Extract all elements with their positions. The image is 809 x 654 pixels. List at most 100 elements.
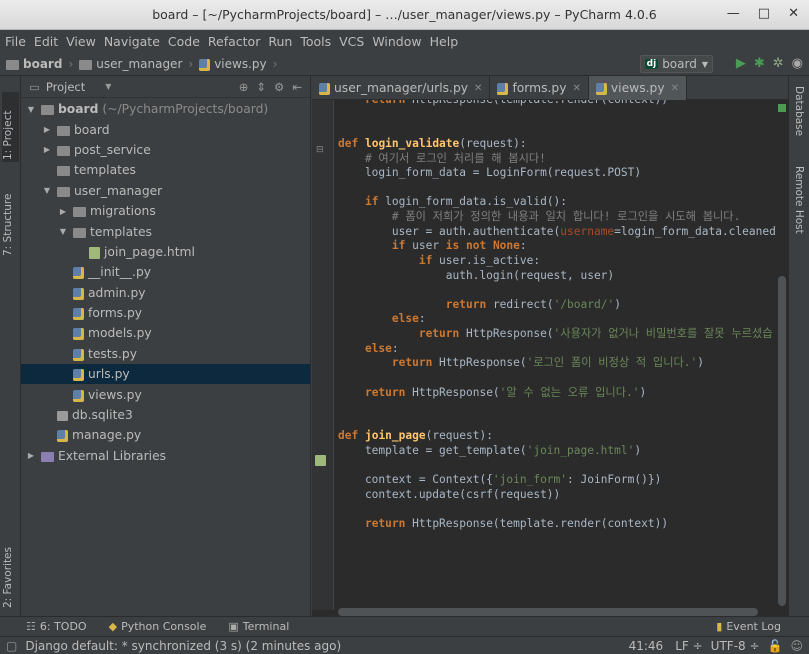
code-token: HttpResponse(: [405, 385, 500, 399]
menu-refactor[interactable]: Refactor: [208, 34, 260, 49]
menu-bar: File Edit View Navigate Code Refactor Run Tools…: [0, 30, 809, 52]
editor-tab-label: forms.py: [512, 81, 567, 95]
structure-tool-tab[interactable]: 7: Structure: [2, 176, 14, 256]
file-encoding[interactable]: UTF-8 ÷: [711, 639, 760, 653]
database-tool-tab[interactable]: Database: [793, 86, 805, 136]
collapsed-arrow-icon[interactable]: ▶: [41, 125, 53, 134]
tree-item[interactable]: ▶ External Libraries: [21, 446, 310, 466]
menu-help[interactable]: Help: [430, 34, 459, 49]
close-icon[interactable]: ✕: [474, 83, 482, 94]
lock-icon[interactable]: 🔓: [768, 639, 783, 653]
project-panel-title[interactable]: Project: [46, 80, 85, 94]
menu-view[interactable]: View: [66, 34, 96, 49]
event-log-tool-tab[interactable]: Event Log: [726, 620, 781, 633]
close-icon[interactable]: ✕: [671, 83, 679, 94]
editor-tab[interactable]: forms.py ✕: [490, 76, 589, 100]
menu-run[interactable]: Run: [268, 34, 292, 49]
code-line: context = Context({'join_form': JoinForm…: [338, 472, 661, 487]
expanded-arrow-icon[interactable]: ▼: [41, 186, 53, 195]
line-separator[interactable]: LF ÷: [675, 639, 702, 653]
code-token: :: [418, 312, 426, 326]
todo-tool-tab[interactable]: 6: TODO: [40, 620, 87, 633]
collapsed-arrow-icon[interactable]: ▶: [25, 451, 37, 460]
editor-tab[interactable]: user_manager/urls.py ✕: [312, 76, 491, 100]
code-line: auth.login(request, user): [338, 268, 614, 283]
gear-icon[interactable]: ⚙: [274, 80, 284, 94]
breadcrumb-root[interactable]: board: [23, 57, 62, 71]
tree-item-label: urls.py: [88, 367, 130, 382]
close-button[interactable]: ✕: [788, 6, 799, 21]
html-template-marker-icon[interactable]: [315, 455, 326, 466]
minimize-button[interactable]: —: [727, 6, 740, 21]
remote-host-tool-tab[interactable]: Remote Host: [793, 166, 805, 234]
tree-item[interactable]: ▶ post_service: [21, 140, 310, 160]
vertical-scrollbar[interactable]: [778, 276, 786, 606]
debug-icon[interactable]: ✱: [754, 56, 765, 71]
panel-toggle-icon[interactable]: ▢: [6, 639, 17, 653]
code-token: redirect(: [486, 297, 554, 311]
menu-edit[interactable]: Edit: [34, 34, 58, 49]
tree-item[interactable]: forms.py: [21, 303, 310, 323]
python-console-tool-tab[interactable]: Python Console: [121, 620, 206, 633]
tree-item[interactable]: admin.py: [21, 283, 310, 303]
tree-item[interactable]: ▼ templates: [21, 221, 310, 241]
chevron-right-icon: ›: [68, 56, 74, 71]
code-token: (request):: [459, 136, 527, 150]
hide-icon[interactable]: ⇤: [292, 80, 302, 94]
tree-item[interactable]: ▶ migrations: [21, 201, 310, 221]
project-tool-tab[interactable]: 1: Project: [2, 92, 19, 162]
inspector-icon[interactable]: ☺: [790, 639, 803, 653]
python-file-icon: [57, 430, 68, 443]
editor-tab[interactable]: views.py ✕: [588, 76, 688, 100]
window-title: board – [~/PycharmProjects/board] – …/us…: [152, 7, 657, 22]
tree-item[interactable]: ▶ board: [21, 119, 310, 139]
menu-vcs[interactable]: VCS: [339, 34, 364, 49]
tree-item[interactable]: db.sqlite3: [21, 405, 310, 425]
close-icon[interactable]: ✕: [573, 83, 581, 94]
tree-item[interactable]: manage.py: [21, 425, 310, 445]
dropdown-arrow-icon[interactable]: ▼: [105, 82, 111, 91]
cursor-position[interactable]: 41:46: [629, 639, 664, 653]
right-tool-strip: Database Remote Host: [788, 76, 809, 616]
tree-item[interactable]: ▼ user_manager: [21, 181, 310, 201]
run-icon[interactable]: ▶: [736, 56, 746, 71]
breadcrumb-file[interactable]: views.py: [214, 57, 266, 71]
collapsed-arrow-icon[interactable]: ▶: [57, 207, 69, 216]
code-area[interactable]: return HttpResponse(template.render(cont…: [338, 100, 776, 610]
run-config-select[interactable]: dj board ▼: [639, 55, 713, 73]
collapsed-arrow-icon[interactable]: ▶: [41, 145, 53, 154]
tree-item-label: External Libraries: [58, 448, 167, 463]
maximize-button[interactable]: □: [758, 6, 770, 21]
expanded-arrow-icon[interactable]: ▼: [25, 105, 37, 114]
locate-icon[interactable]: ⊕: [239, 80, 249, 94]
horizontal-scrollbar[interactable]: [338, 608, 758, 616]
tool-window-bar: ☷ 6: TODO ◆ Python Console ▣ Terminal ▮ …: [0, 616, 809, 636]
tree-item[interactable]: tests.py: [21, 344, 310, 364]
folder-icon: [57, 186, 70, 197]
tree-item[interactable]: __init__.py: [21, 262, 310, 282]
tree-item[interactable]: ▼ board (~/PycharmProjects/board): [21, 99, 310, 119]
code-token: return: [365, 100, 405, 106]
tree-item[interactable]: templates: [21, 160, 310, 180]
menu-window[interactable]: Window: [372, 34, 421, 49]
favorites-tool-tab[interactable]: 2: Favorites: [2, 538, 14, 608]
coverage-icon[interactable]: ✲: [773, 56, 784, 71]
menu-code[interactable]: Code: [168, 34, 200, 49]
code-line: else:: [338, 311, 426, 326]
terminal-tool-tab[interactable]: Terminal: [243, 620, 290, 633]
profile-icon[interactable]: ◉: [792, 56, 803, 71]
tree-item[interactable]: models.py: [21, 323, 310, 343]
tree-item[interactable]: urls.py: [21, 364, 310, 385]
menu-file[interactable]: File: [5, 34, 26, 49]
menu-navigate[interactable]: Navigate: [104, 34, 160, 49]
tree-item[interactable]: join_page.html: [21, 242, 310, 262]
collapse-icon[interactable]: ⇕: [256, 80, 266, 94]
menu-tools[interactable]: Tools: [300, 34, 331, 49]
django-badge: dj: [644, 59, 659, 69]
expanded-arrow-icon[interactable]: ▼: [57, 227, 69, 236]
breadcrumb-folder[interactable]: user_manager: [96, 57, 182, 71]
tree-item[interactable]: views.py: [21, 384, 310, 404]
